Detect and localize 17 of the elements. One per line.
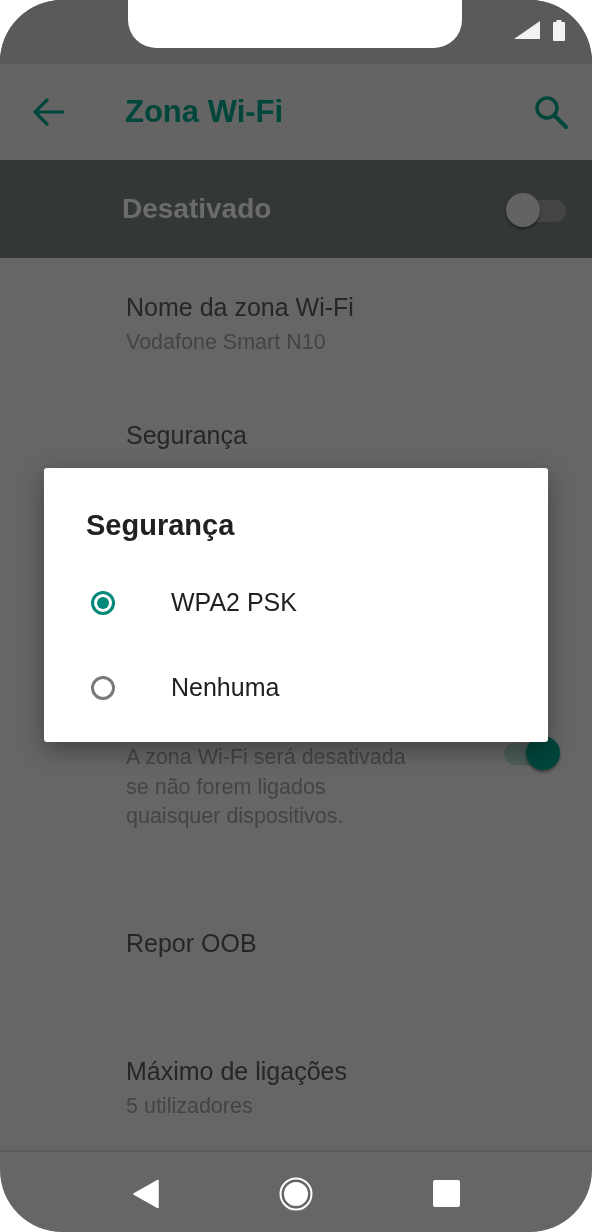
home-icon[interactable] xyxy=(279,1176,313,1211)
switch-label: Desativado xyxy=(122,193,273,225)
dialog-title: Segurança xyxy=(86,508,235,542)
radio-button[interactable] xyxy=(91,590,115,615)
battery-icon xyxy=(553,20,565,41)
back-icon[interactable] xyxy=(133,1178,159,1209)
radio-button[interactable] xyxy=(91,675,115,700)
setting-title[interactable]: Nome da zona Wi-Fi xyxy=(126,292,354,322)
screen-title: Zona Wi-Fi xyxy=(125,94,285,130)
toggle-switch[interactable] xyxy=(506,191,566,227)
recents-icon[interactable] xyxy=(432,1180,460,1207)
option-label[interactable]: WPA2 PSK xyxy=(171,588,297,617)
setting-title[interactable]: Segurança xyxy=(126,420,247,450)
setting-title[interactable]: Repor OOB xyxy=(126,927,257,958)
signal-icon xyxy=(513,20,541,40)
option-label[interactable]: Nenhuma xyxy=(171,673,280,702)
setting-title[interactable]: Máximo de ligações xyxy=(126,1055,347,1086)
